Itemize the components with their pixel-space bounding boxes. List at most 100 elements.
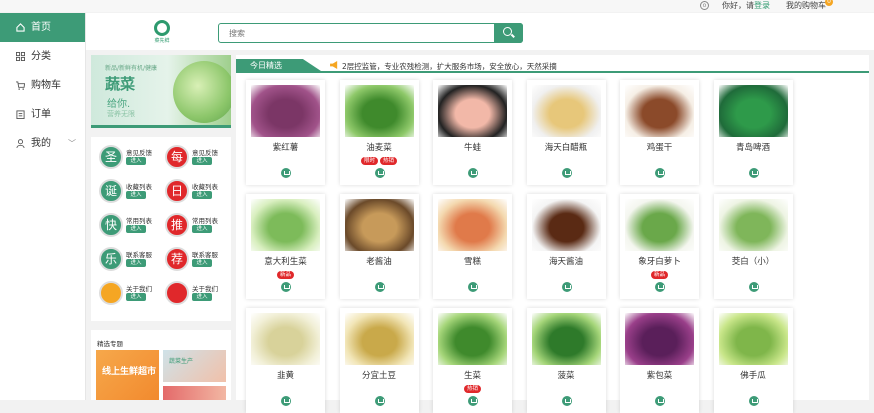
enter-button[interactable]: 进入: [192, 225, 212, 233]
product-card[interactable]: 海天酱油: [526, 194, 606, 299]
shortcut-item[interactable]: 每意见反馈 进入: [163, 143, 227, 173]
enter-button[interactable]: 进入: [192, 157, 212, 165]
shortcut-item[interactable]: 荐联系客服 进入: [163, 245, 227, 275]
add-to-cart-icon[interactable]: [468, 396, 478, 406]
product-card[interactable]: 分宜土豆: [339, 308, 419, 413]
enter-button[interactable]: 进入: [126, 293, 146, 301]
product-name[interactable]: 油麦菜: [340, 141, 419, 153]
logo[interactable]: 菜先鲜: [151, 20, 173, 46]
product-card[interactable]: 油麦菜 限时 热销: [339, 80, 419, 185]
product-card[interactable]: 牛蛙: [433, 80, 512, 185]
product-name[interactable]: 分宜土豆: [340, 369, 419, 381]
product-name[interactable]: 韭黄: [246, 369, 325, 381]
product-name[interactable]: 紫红薯: [246, 141, 325, 153]
product-name[interactable]: 意大利生菜: [246, 255, 325, 267]
add-to-cart-icon[interactable]: [561, 396, 572, 406]
add-to-cart-icon[interactable]: [655, 168, 665, 178]
product-card[interactable]: 佛手瓜: [713, 308, 793, 413]
shortcut-item[interactable]: 关于我们 进入: [163, 279, 227, 309]
enter-button[interactable]: 进入: [126, 191, 146, 199]
shortcut-item[interactable]: 圣意见反馈 进入: [97, 143, 161, 173]
product-image[interactable]: [251, 313, 320, 365]
product-name[interactable]: 佛手瓜: [714, 369, 793, 381]
product-image[interactable]: [718, 199, 788, 251]
add-to-cart-icon[interactable]: [748, 396, 759, 406]
product-name[interactable]: 牛蛙: [433, 141, 512, 153]
add-to-cart-icon[interactable]: [748, 168, 759, 178]
shortcut-item[interactable]: 推常用列表 进入: [163, 211, 227, 241]
sidebar-item-home[interactable]: 首页: [0, 13, 85, 42]
product-image[interactable]: [251, 199, 320, 251]
featured-image-2[interactable]: 蔬菜生产: [163, 350, 226, 382]
add-to-cart-icon[interactable]: [374, 168, 385, 178]
product-name[interactable]: 鸡蛋干: [620, 141, 699, 153]
enter-button[interactable]: 进入: [192, 191, 212, 199]
product-card[interactable]: 老酱油: [339, 194, 419, 299]
product-image[interactable]: [625, 199, 694, 251]
sidebar-item-orders[interactable]: 订单: [0, 100, 85, 129]
product-image[interactable]: [531, 313, 601, 365]
sidebar-item-cart[interactable]: 购物车: [0, 71, 85, 100]
product-name[interactable]: 老酱油: [340, 255, 419, 267]
product-name[interactable]: 海天酱油: [527, 255, 606, 267]
product-image[interactable]: [625, 85, 694, 137]
enter-button[interactable]: 进入: [126, 225, 146, 233]
product-card[interactable]: 青岛啤酒: [713, 80, 793, 185]
add-to-cart-icon[interactable]: [561, 168, 572, 178]
product-name[interactable]: 菠菜: [527, 369, 606, 381]
product-name[interactable]: 茭白（小）: [714, 255, 793, 267]
product-card[interactable]: 茭白（小）: [713, 194, 793, 299]
product-image[interactable]: [625, 313, 694, 365]
add-to-cart-icon[interactable]: [748, 282, 759, 292]
product-image[interactable]: [531, 199, 601, 251]
sidebar-item-mine[interactable]: 我的 ﹀: [0, 129, 85, 158]
add-to-cart-icon[interactable]: [281, 168, 291, 178]
product-card[interactable]: 海天白醋瓶: [526, 80, 606, 185]
add-to-cart-icon[interactable]: [655, 396, 665, 406]
add-to-cart-icon[interactable]: [468, 168, 478, 178]
search-button[interactable]: [494, 23, 523, 43]
enter-button[interactable]: 进入: [126, 157, 146, 165]
featured-image-3[interactable]: [163, 386, 226, 400]
product-card[interactable]: 象牙白萝卜 新品: [620, 194, 699, 299]
product-card[interactable]: 紫包菜: [620, 308, 699, 413]
my-cart-link[interactable]: 我的购物车: [786, 0, 826, 11]
add-to-cart-icon[interactable]: [281, 282, 291, 292]
product-image[interactable]: [531, 85, 601, 137]
shortcut-item[interactable]: 快常用列表 进入: [97, 211, 161, 241]
shortcut-item[interactable]: 诞收藏列表 进入: [97, 177, 161, 207]
product-image[interactable]: [344, 85, 414, 137]
add-to-cart-icon[interactable]: [561, 282, 572, 292]
add-to-cart-icon[interactable]: [374, 282, 385, 292]
product-name[interactable]: 雪糕: [433, 255, 512, 267]
product-name[interactable]: 青岛啤酒: [714, 141, 793, 153]
tab-today-picks[interactable]: 今日精选: [236, 59, 324, 73]
product-image[interactable]: [344, 199, 414, 251]
sidebar-item-category[interactable]: 分类: [0, 42, 85, 71]
product-image[interactable]: [438, 199, 507, 251]
add-to-cart-icon[interactable]: [655, 282, 665, 292]
product-card[interactable]: 紫红薯: [246, 80, 325, 185]
enter-button[interactable]: 进入: [192, 293, 212, 301]
product-name[interactable]: 象牙白萝卜: [620, 255, 699, 267]
product-card[interactable]: 鸡蛋干: [620, 80, 699, 185]
promo-banner[interactable]: 新品/新鲜有机/健康 蔬菜 给你. 营养无限: [91, 55, 231, 128]
shortcut-item[interactable]: 乐联系客服 进入: [97, 245, 161, 275]
product-image[interactable]: [438, 313, 507, 365]
product-card[interactable]: 韭黄: [246, 308, 325, 413]
product-name[interactable]: 生菜: [433, 369, 512, 381]
product-card[interactable]: 生菜 热销: [433, 308, 512, 413]
search-input[interactable]: [219, 24, 495, 42]
add-to-cart-icon[interactable]: [374, 396, 385, 406]
product-image[interactable]: [718, 85, 788, 137]
add-to-cart-icon[interactable]: [468, 282, 478, 292]
enter-button[interactable]: 进入: [192, 259, 212, 267]
product-image[interactable]: [438, 85, 507, 137]
product-image[interactable]: [251, 85, 320, 137]
shortcut-item[interactable]: 日收藏列表 进入: [163, 177, 227, 207]
shortcut-item[interactable]: 关于我们 进入: [97, 279, 161, 309]
product-image[interactable]: [344, 313, 414, 365]
product-name[interactable]: 紫包菜: [620, 369, 699, 381]
add-to-cart-icon[interactable]: [281, 396, 291, 406]
featured-image-1[interactable]: 线上生鲜超市: [96, 350, 159, 400]
